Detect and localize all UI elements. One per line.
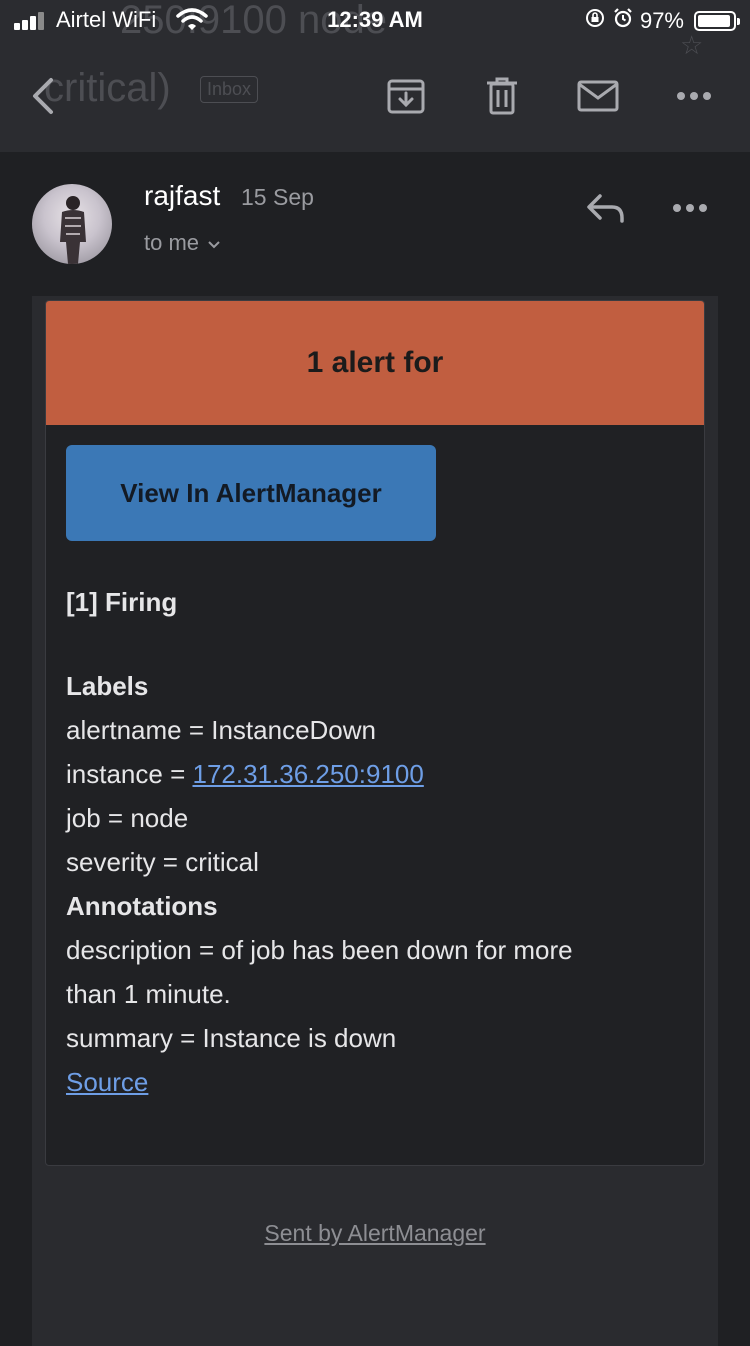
more-icon[interactable] xyxy=(672,74,716,118)
reply-icon[interactable] xyxy=(584,188,628,228)
back-icon[interactable] xyxy=(22,74,66,118)
nav-bar xyxy=(0,56,750,136)
label-job: job = node xyxy=(66,803,189,833)
label-severity: severity = critical xyxy=(66,847,259,877)
annotation-description-cont: than 1 minute. xyxy=(66,979,231,1009)
labels-heading: Labels xyxy=(66,671,149,701)
orientation-lock-icon xyxy=(584,7,606,35)
label-instance: instance = 172.31.36.250:9100 xyxy=(66,759,424,790)
source-line: Source xyxy=(66,1067,148,1098)
person-icon xyxy=(60,196,86,264)
status-bar: Airtel WiFi 12:39 AM 97% xyxy=(0,0,750,40)
annotation-description: description = of job has been down for m… xyxy=(66,935,573,965)
battery-percent: 97% xyxy=(639,8,684,33)
battery-icon xyxy=(694,11,740,31)
annotation-summary: summary = Instance is down xyxy=(66,1023,397,1053)
recipient-toggle[interactable]: to me xyxy=(144,230,221,256)
sender-name[interactable]: rajfast xyxy=(144,180,220,212)
view-in-alertmanager-button[interactable]: View In AlertManager xyxy=(66,445,436,541)
message-more-icon[interactable] xyxy=(672,190,716,226)
alert-card: 1 alert for View In AlertManager [1] Fir… xyxy=(45,300,705,1166)
sent-by-link[interactable]: Sent by AlertManager xyxy=(32,1220,718,1247)
instance-link[interactable]: 172.31.36.250:9100 xyxy=(192,759,423,789)
mark-unread-icon[interactable] xyxy=(576,74,620,118)
status-right: 97% xyxy=(584,7,740,35)
chevron-down-icon xyxy=(207,230,221,256)
source-link[interactable]: Source xyxy=(66,1067,148,1097)
label-instance-key: instance = xyxy=(66,759,193,789)
email-date: 15 Sep xyxy=(241,184,314,210)
annotations-heading: Annotations xyxy=(66,891,218,921)
alarm-icon xyxy=(612,7,634,35)
label-alertname: alertname = InstanceDown xyxy=(66,715,377,745)
top-bar: 250:9100 node critical) Inbox ☆ Airtel W… xyxy=(0,0,750,152)
delete-icon[interactable] xyxy=(480,74,524,118)
alert-header: 1 alert for xyxy=(46,301,704,425)
archive-icon[interactable] xyxy=(384,74,428,118)
recipient-label: to me xyxy=(144,230,200,255)
message-body: 1 alert for View In AlertManager [1] Fir… xyxy=(32,296,718,1346)
firing-heading: [1] Firing xyxy=(66,587,178,617)
avatar[interactable] xyxy=(32,184,112,264)
